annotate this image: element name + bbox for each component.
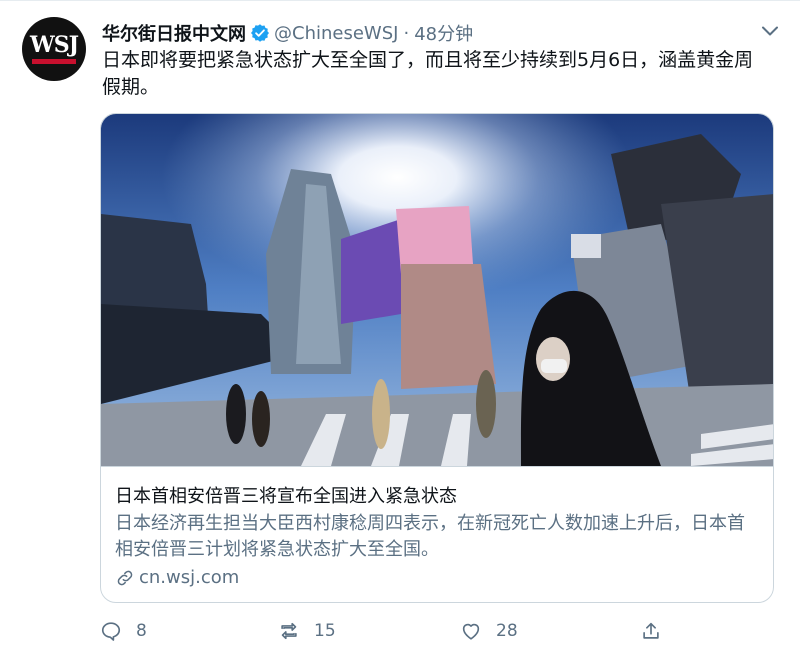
card-description: 日本经济再生担当大臣西村康稔周四表示，在新冠死亡人数加速上升后，日本首相安倍晋三… [115,513,745,560]
verified-badge-icon [251,24,269,42]
tweet-header: 华尔街日报中文网 @ChineseWSJ · 48分钟 [102,19,780,47]
card-domain: cn.wsj.com [115,567,759,588]
reply-icon [101,622,121,641]
card-image[interactable] [101,114,773,467]
share-icon [643,622,659,639]
tweet[interactable]: WSJ 华尔街日报中文网 @ChineseWSJ · 48分钟 日本即将要把紧急… [0,0,800,660]
separator-dot: · [403,22,410,44]
avatar-logo-bar [32,59,76,64]
avatar[interactable]: WSJ [22,17,86,81]
retweet-count: 15 [314,621,336,641]
heart-icon [462,623,480,640]
retweet-icon [281,622,297,640]
action-bar: 8 15 28 [100,613,700,649]
like-count: 28 [496,621,518,641]
link-card[interactable]: 日本首相安倍晋三将宣布全国进入紧急状态 日本经济再生担当大臣西村康稔周四表示，在… [100,113,774,603]
card-body: 日本首相安倍晋三将宣布全国进入紧急状态 日本经济再生担当大臣西村康稔周四表示，在… [101,467,773,588]
share-button[interactable] [640,613,676,649]
tweet-text: 日本即将要把紧急状态扩大至全国了，而且将至少持续到5月6日，涵盖黄金周假期。 [102,49,754,98]
like-button[interactable]: 28 [460,613,518,649]
card-domain-text: cn.wsj.com [139,567,240,588]
reply-button[interactable]: 8 [100,613,147,649]
reply-count: 8 [136,621,147,641]
retweet-button[interactable]: 15 [278,613,336,649]
user-handle[interactable]: @ChineseWSJ [274,23,398,44]
card-title[interactable]: 日本首相安倍晋三将宣布全国进入紧急状态 [115,485,759,509]
tweet-timestamp[interactable]: 48分钟 [414,20,473,46]
avatar-logo-text: WSJ [29,32,79,58]
chevron-down-icon[interactable] [758,19,782,43]
link-icon [117,570,133,585]
display-name[interactable]: 华尔街日报中文网 [102,20,246,46]
